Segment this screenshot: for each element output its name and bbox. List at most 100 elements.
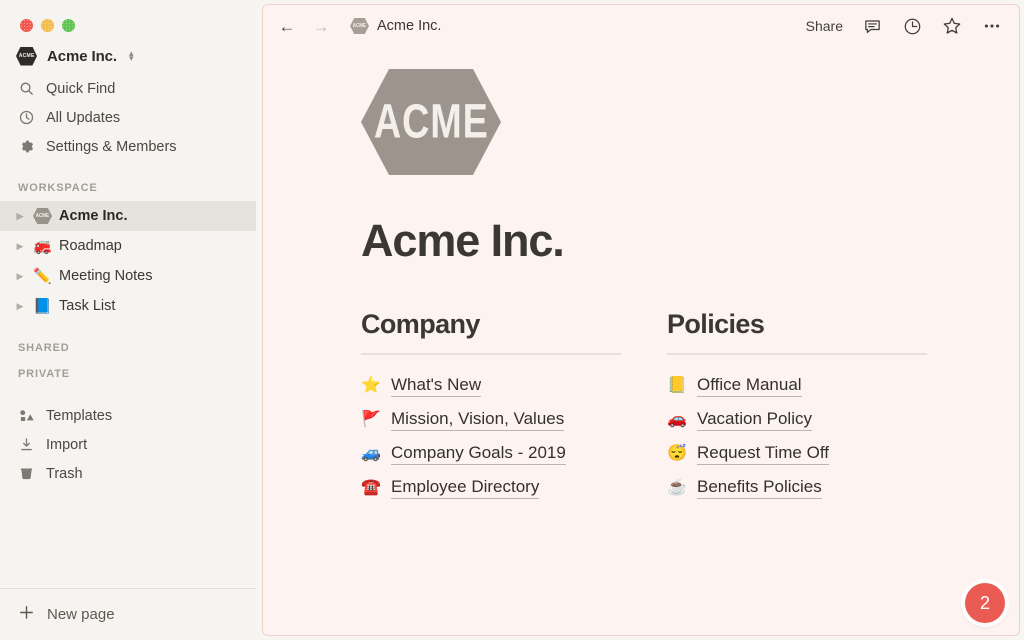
arrow-right-icon[interactable]: → [311,16,331,36]
navigation-arrows: ← → [277,16,331,36]
ledger-notebook-icon: 📒 [667,376,687,394]
sidebar-page-acme-inc[interactable]: ▶ ACME Acme Inc. [0,201,256,231]
page-content: ACME Acme Inc. Company ⭐ What's New 🚩 Mi… [263,47,1019,505]
page-link-label: What's New [391,375,482,397]
more-options-icon[interactable] [981,15,1003,37]
column-divider [667,353,927,355]
page-link-employee-directory[interactable]: ☎️ Employee Directory [361,471,621,505]
expand-triangle-icon[interactable]: ▶ [14,241,26,251]
sidebar-section-shared-title: SHARED [18,342,70,354]
page-link-label: Benefits Policies [697,477,822,499]
new-page-label: New page [47,606,115,623]
page-link-request-time-off[interactable]: 😴 Request Time Off [667,437,927,471]
sidebar-page-task-list[interactable]: ▶ 📘 Task List [0,291,256,321]
expand-triangle-icon[interactable]: ▶ [14,271,26,281]
link-columns: Company ⭐ What's New 🚩 Mission, Vision, … [361,309,1019,505]
acme-cover-logo-text: ACME [373,94,489,149]
window-traffic-lights [0,0,256,38]
sidebar-page-label: Task List [59,298,116,314]
sidebar-section-workspace-title: WORKSPACE [18,182,98,194]
page-link-whats-new[interactable]: ⭐ What's New [361,369,621,403]
page-link-vacation-policy[interactable]: 🚗 Vacation Policy [667,403,927,437]
main-panel-wrapper: ← → ACME Acme Inc. Share ACME Acme Inc. … [256,0,1024,640]
sidebar-filler [0,488,256,588]
arrow-left-icon[interactable]: ← [277,16,297,36]
trash-icon [18,465,35,482]
sidebar-page-meeting-notes[interactable]: ▶ ✏️ Meeting Notes [0,261,256,291]
breadcrumb-label: Acme Inc. [377,18,442,34]
page-link-company-goals[interactable]: 🚙 Company Goals - 2019 [361,437,621,471]
comment-icon[interactable] [861,15,883,37]
expand-triangle-icon[interactable]: ▶ [14,211,26,221]
page-link-label: Office Manual [697,375,802,397]
templates-icon [18,407,35,424]
maximize-window-button[interactable] [62,19,75,32]
toolbar-actions: Share [806,15,1003,37]
blue-car-icon: 🚙 [361,444,381,462]
page-link-label: Request Time Off [697,443,829,465]
star-favorite-icon[interactable] [941,15,963,37]
page-link-office-manual[interactable]: 📒 Office Manual [667,369,927,403]
sidebar-item-settings-members[interactable]: Settings & Members [0,132,256,161]
fire-engine-icon: 🚒 [33,237,52,255]
page-link-benefits-policies[interactable]: ☕ Benefits Policies [667,471,927,505]
share-button[interactable]: Share [806,18,843,34]
sidebar-item-trash[interactable]: Trash [0,459,256,488]
sidebar-item-label: Trash [46,465,83,482]
top-toolbar: ← → ACME Acme Inc. Share [263,5,1019,47]
telephone-icon: ☎️ [361,478,381,496]
expand-triangle-icon[interactable]: ▶ [14,301,26,311]
acme-logo-icon: ACME [33,208,52,224]
coffee-icon: ☕ [667,478,687,496]
import-download-icon [18,436,35,453]
sidebar-item-label: Templates [46,407,113,424]
acme-logo-icon: ACME [350,18,369,34]
sidebar-item-label: Import [46,436,88,453]
sidebar-section-private-title: PRIVATE [18,368,70,380]
page-link-mission-vision-values[interactable]: 🚩 Mission, Vision, Values [361,403,621,437]
clock-history-icon[interactable] [901,15,923,37]
chevron-up-down-icon: ▴ ▾ [128,48,134,63]
column-divider [361,353,621,355]
blue-book-icon: 📘 [33,297,52,315]
sidebar-page-label: Acme Inc. [59,208,128,224]
acme-logo-text: ACME [35,212,50,219]
red-car-icon: 🚗 [667,410,687,428]
page-link-label: Company Goals - 2019 [391,443,566,465]
acme-logo-text: ACME [18,53,35,59]
column-heading: Policies [667,309,765,339]
sidebar-item-import[interactable]: Import [0,430,256,459]
notification-badge[interactable]: 2 [965,583,1005,623]
column-heading: Company [361,309,480,339]
sidebar-item-all-updates[interactable]: All Updates [0,103,256,132]
main-panel: ← → ACME Acme Inc. Share ACME Acme Inc. … [262,4,1020,636]
sidebar-item-label: Quick Find [46,80,116,97]
page-link-label: Employee Directory [391,477,540,499]
notification-count: 2 [979,592,990,613]
breadcrumb[interactable]: ACME Acme Inc. [345,15,446,37]
column-policies: Policies 📒 Office Manual 🚗 Vacation Poli… [667,309,927,505]
sidebar-page-roadmap[interactable]: ▶ 🚒 Roadmap [0,231,256,261]
page-link-label: Mission, Vision, Values [391,409,565,431]
sidebar-item-templates[interactable]: Templates [0,401,256,430]
gear-icon [18,138,35,155]
sidebar-item-quick-find[interactable]: Quick Find [0,74,256,103]
sidebar-page-label: Roadmap [59,238,122,254]
plus-icon [18,604,35,625]
star-emoji-icon: ⭐ [361,376,381,394]
triangular-flag-icon: 🚩 [361,410,381,428]
page-link-label: Vacation Policy [697,409,812,431]
pencil-icon: ✏️ [33,267,52,285]
new-page-button[interactable]: New page [0,588,256,640]
page-title: Acme Inc. [361,215,565,266]
search-icon [18,80,35,97]
sleeping-face-icon: 😴 [667,444,687,462]
close-window-button[interactable] [20,19,33,32]
acme-logo-text: ACME [352,23,367,29]
workspace-switcher[interactable]: ACME Acme Inc. ▴ ▾ [0,38,256,74]
minimize-window-button[interactable] [41,19,54,32]
sidebar-item-label: All Updates [46,109,121,126]
app-window: ACME Acme Inc. ▴ ▾ Quick Find All Updates [0,0,1024,640]
